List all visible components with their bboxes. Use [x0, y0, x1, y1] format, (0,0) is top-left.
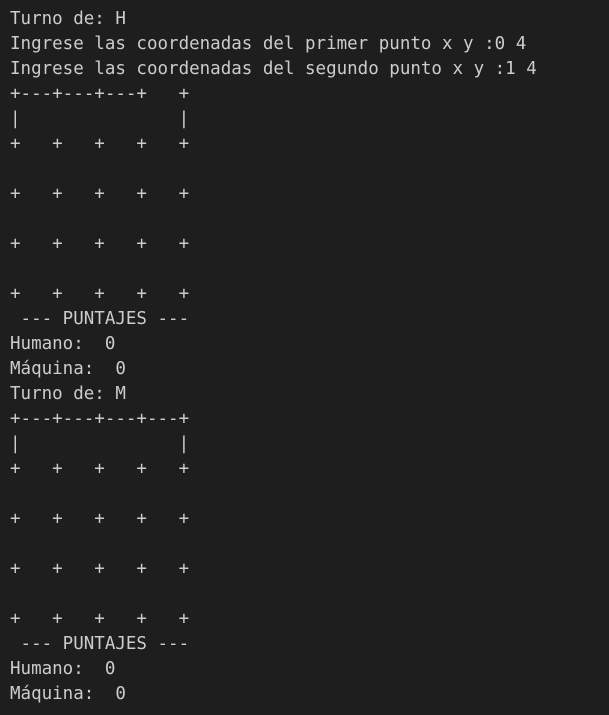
human-score: Humano: 0	[10, 334, 116, 354]
board-row: + + + + +	[10, 509, 190, 529]
prompt-first-point: Ingrese las coordenadas del primer punto…	[10, 34, 527, 54]
board-row	[10, 207, 609, 232]
board-row	[10, 582, 609, 607]
human-score: Humano: 0	[10, 659, 116, 679]
board-row: | |	[10, 109, 190, 129]
board-row	[10, 157, 609, 182]
board-row	[10, 532, 609, 557]
board-row: | |	[10, 434, 190, 454]
board-row: +---+---+---+---+	[10, 409, 190, 429]
board-row: + + + + +	[10, 459, 190, 479]
scores-header: --- PUNTAJES ---	[10, 634, 190, 654]
prompt-second-point: Ingrese las coordenadas del segundo punt…	[10, 59, 537, 79]
board-row: + + + + +	[10, 559, 190, 579]
turn-line: Turno de: M	[10, 384, 126, 404]
board-row: + + + + +	[10, 134, 190, 154]
machine-score: Máquina: 0	[10, 359, 126, 379]
board-row: + + + + +	[10, 184, 190, 204]
board-row: +---+---+---+ +	[10, 84, 190, 104]
machine-score: Máquina: 0	[10, 684, 126, 704]
scores-header: --- PUNTAJES ---	[10, 309, 190, 329]
board-row	[10, 257, 609, 282]
turn-line: Turno de: H	[10, 9, 126, 29]
terminal-output: Turno de: H Ingrese las coordenadas del …	[0, 0, 609, 715]
board-row: + + + + +	[10, 609, 190, 629]
board-row: + + + + +	[10, 284, 190, 304]
board-row: + + + + +	[10, 234, 190, 254]
board-row	[10, 482, 609, 507]
